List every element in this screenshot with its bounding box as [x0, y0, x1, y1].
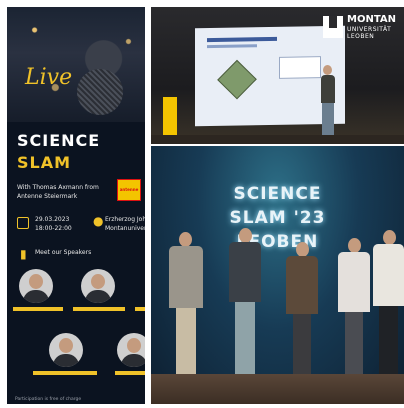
speaker-name-tag-2 [73, 307, 125, 311]
speaker-portrait-2 [81, 269, 115, 303]
speaker-name-tag-3 [135, 307, 145, 311]
location-pin-icon: ● [93, 214, 104, 228]
speaker-name-tag-4 [33, 371, 97, 375]
montanuniversitaet-logo: MONTAN UNIVERSITÄT LEOBEN [323, 14, 399, 44]
logo-line-1: MONTAN [347, 14, 396, 25]
speaker-portrait-1 [19, 269, 53, 303]
event-date: 29.03.2023 18:00-22:00 [35, 216, 72, 232]
logo-line-2: UNIVERSITÄT [347, 26, 392, 33]
speaker-name-tag-1 [13, 307, 63, 311]
poster-title-slam: SLAM [17, 153, 72, 172]
group-photo: SCIENCE SLAM '23 LEOBEN [151, 146, 404, 404]
live-script-text: Live [25, 65, 73, 90]
host-text: With Thomas Axmann from Antenne Steierma… [17, 184, 99, 200]
speaker-portrait-5 [117, 333, 145, 367]
poster-title-science: SCIENCE [17, 131, 101, 150]
calendar-icon [17, 217, 29, 229]
presenter-head [323, 65, 332, 75]
microphone-icon: ▮ [20, 247, 27, 261]
event-location: Erzherzog Joh Montanuniver [105, 216, 145, 232]
speaker-name-tag-5 [115, 371, 145, 375]
slide-subtitle-bar [207, 44, 257, 49]
slide-diagram [217, 59, 257, 100]
stage-floor-2 [151, 374, 404, 404]
stage-floor [151, 135, 404, 144]
yellow-banner [163, 97, 177, 139]
stage-text-line-1: SCIENCE [233, 184, 322, 204]
slide-text-box [279, 56, 321, 79]
presenter-legs [322, 103, 334, 137]
antenne-logo: antenne [117, 179, 141, 201]
logo-line-3: LEOBEN [347, 33, 375, 40]
microphone-image [77, 69, 123, 115]
speaker-portrait-4 [49, 333, 83, 367]
mu-logo-mark-icon [323, 16, 343, 38]
slide-title-bar [207, 36, 277, 43]
presenter-body [321, 75, 335, 103]
event-poster: Live SCIENCE SLAM With Thomas Axmann fro… [7, 7, 145, 404]
poster-footer: Participation is free of charge [15, 397, 82, 402]
stage-text-line-2: SLAM '23 [229, 208, 326, 228]
speakers-label: Meet our Speakers [35, 249, 92, 256]
